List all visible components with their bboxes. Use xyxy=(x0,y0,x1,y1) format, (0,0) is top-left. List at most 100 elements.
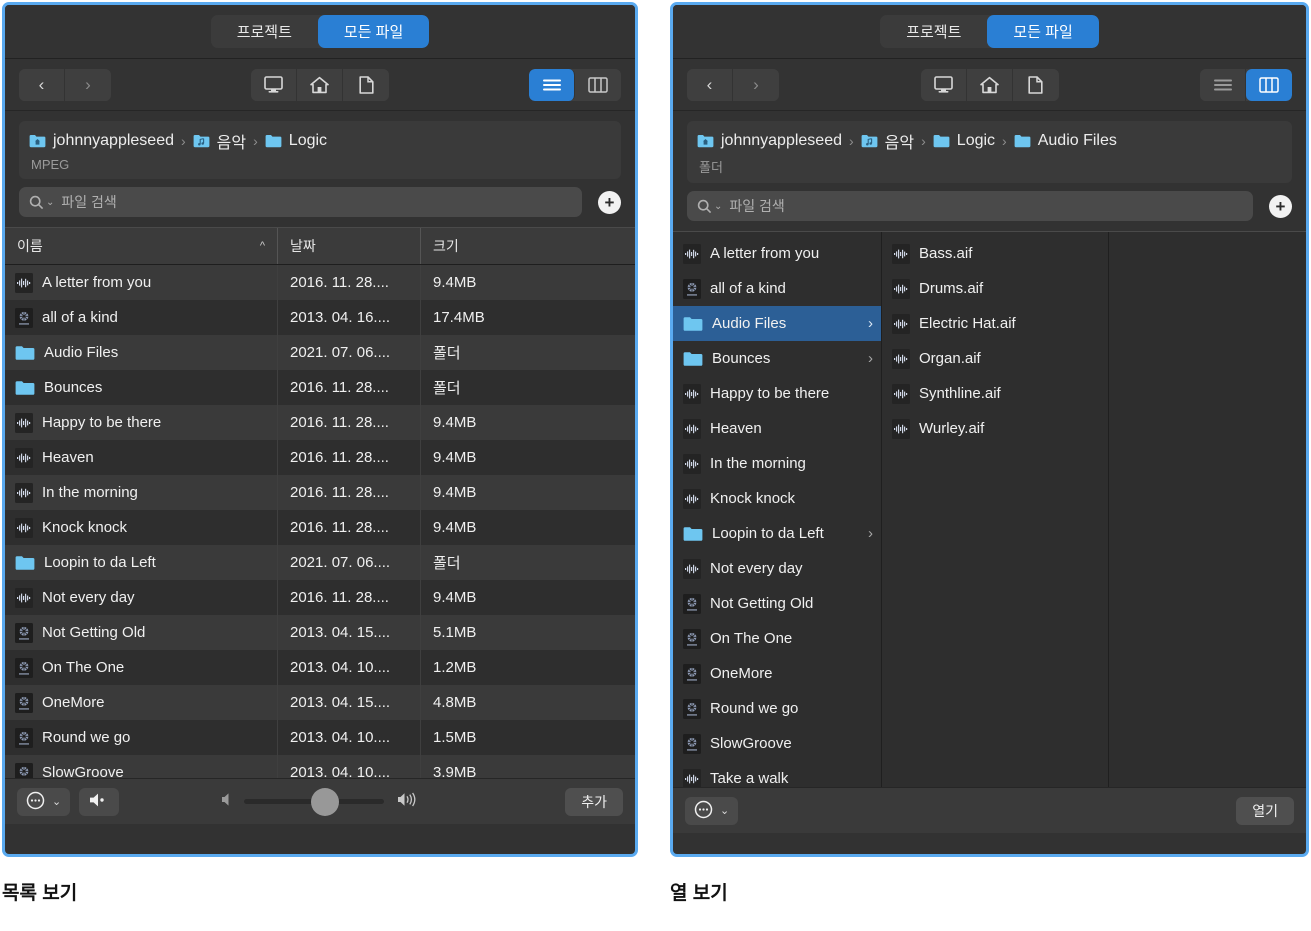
breadcrumb-item-user[interactable]: johnnyappleseed xyxy=(697,132,842,150)
browser-item[interactable]: Electric Hat.aif xyxy=(882,306,1108,341)
breadcrumb-item-audio-files[interactable]: Audio Files xyxy=(1014,132,1117,150)
chevron-down-icon[interactable]: ⌄ xyxy=(714,201,722,212)
table-row[interactable]: In the morning 2016. 11. 28.... 9.4MB xyxy=(5,475,635,510)
browser-item[interactable]: all of a kind xyxy=(673,271,881,306)
browser-item[interactable]: Take a walk xyxy=(673,761,881,787)
column-path-bar[interactable]: johnnyappleseed › 음악 › Logic › Audio Fil… xyxy=(687,121,1292,183)
open-button[interactable]: 열기 xyxy=(1236,796,1294,825)
browser-item[interactable]: OneMore xyxy=(673,656,881,691)
browser-item-selected[interactable]: Audio Files › xyxy=(673,306,881,341)
forward-button[interactable]: › xyxy=(733,68,779,101)
tab-projects[interactable]: 프로젝트 xyxy=(210,15,318,48)
browser-column-1[interactable]: A letter from you all of a kind Audio File… xyxy=(673,232,882,787)
browser-item[interactable]: Not Getting Old xyxy=(673,586,881,621)
browser-item[interactable]: Synthline.aif xyxy=(882,376,1108,411)
table-row[interactable]: Bounces 2016. 11. 28.... 폴더 xyxy=(5,370,635,405)
column-header-name[interactable]: 이름 ^ xyxy=(5,228,278,264)
browser-item[interactable]: Not every day xyxy=(673,551,881,586)
column-view-mode-buttons[interactable] xyxy=(1200,68,1292,101)
column-browser[interactable]: A letter from you all of a kind Audio File… xyxy=(673,231,1306,787)
browser-item[interactable]: Round we go xyxy=(673,691,881,726)
breadcrumb-item-logic[interactable]: Logic xyxy=(933,132,995,150)
volume-slider-track[interactable] xyxy=(244,787,384,816)
browser-item-label: Audio Files xyxy=(712,315,787,332)
back-button[interactable]: ‹ xyxy=(19,68,65,101)
browser-item[interactable]: Bounces › xyxy=(673,341,881,376)
browser-item[interactable]: Organ.aif xyxy=(882,341,1108,376)
add-button[interactable]: + xyxy=(598,190,621,214)
column-nav-buttons[interactable]: ‹ › xyxy=(687,68,779,101)
volume-slider-group[interactable] xyxy=(220,787,420,816)
breadcrumb-item-music[interactable]: 음악 xyxy=(193,129,246,153)
browser-item[interactable]: Knock knock xyxy=(673,481,881,516)
volume-slider-knob[interactable] xyxy=(311,787,340,816)
add-button[interactable]: + xyxy=(1269,194,1292,218)
list-path-bar[interactable]: johnnyappleseed › 음악 › Logic MPEG xyxy=(19,121,621,179)
browser-item[interactable]: Happy to be there xyxy=(673,376,881,411)
table-row[interactable]: all of a kind 2013. 04. 16.... 17.4MB xyxy=(5,300,635,335)
list-view-icon[interactable] xyxy=(529,68,575,101)
browser-column-3[interactable] xyxy=(1109,232,1306,787)
table-row[interactable]: Knock knock 2016. 11. 28.... 9.4MB xyxy=(5,510,635,545)
table-row[interactable]: Happy to be there 2016. 11. 28.... 9.4MB xyxy=(5,405,635,440)
tab-all-files[interactable]: 모든 파일 xyxy=(987,15,1099,48)
list-tab-segmented-control[interactable]: 프로젝트 모든 파일 xyxy=(210,15,430,48)
breadcrumb-item-music[interactable]: 음악 xyxy=(861,129,914,153)
table-row[interactable]: Not every day 2016. 11. 28.... 9.4MB xyxy=(5,580,635,615)
table-row[interactable]: Audio Files 2021. 07. 06.... 폴더 xyxy=(5,335,635,370)
table-row[interactable]: Heaven 2016. 11. 28.... 9.4MB xyxy=(5,440,635,475)
column-tab-segmented-control[interactable]: 프로젝트 모든 파일 xyxy=(880,15,1099,48)
table-row[interactable]: A letter from you 2016. 11. 28.... 9.4MB xyxy=(5,265,635,300)
back-button[interactable]: ‹ xyxy=(687,68,733,101)
column-view-icon[interactable] xyxy=(1246,68,1292,101)
column-header-size[interactable]: 크기 xyxy=(421,228,635,264)
column-view-icon[interactable] xyxy=(575,68,621,101)
column-header-date[interactable]: 날짜 xyxy=(278,228,421,264)
tab-all-files[interactable]: 모든 파일 xyxy=(317,15,430,48)
home-icon[interactable] xyxy=(966,68,1013,101)
list-view-mode-buttons[interactable] xyxy=(529,68,621,101)
table-row[interactable]: On The One 2013. 04. 10.... 1.2MB xyxy=(5,650,635,685)
computer-icon[interactable] xyxy=(251,68,297,101)
search-input[interactable]: ⌄ 파일 검색 xyxy=(19,187,582,217)
browser-item[interactable]: Wurley.aif xyxy=(882,411,1108,446)
breadcrumb-item-logic[interactable]: Logic xyxy=(265,132,327,150)
chevron-down-icon[interactable]: ⌄ xyxy=(46,197,54,208)
document-icon[interactable] xyxy=(343,68,389,101)
table-row[interactable]: Loopin to da Left 2021. 07. 06.... 폴더 xyxy=(5,545,635,580)
list-view-icon[interactable] xyxy=(1200,68,1246,101)
home-icon[interactable] xyxy=(297,68,343,101)
browser-item[interactable]: On The One xyxy=(673,621,881,656)
browser-item[interactable]: Heaven xyxy=(673,411,881,446)
browser-item[interactable]: SlowGroove xyxy=(673,726,881,761)
breadcrumb-item-user[interactable]: johnnyappleseed xyxy=(29,132,174,150)
table-row[interactable]: OneMore 2013. 04. 15.... 4.8MB xyxy=(5,685,635,720)
list-nav-buttons[interactable]: ‹ › xyxy=(19,68,111,101)
browser-column-2[interactable]: Bass.aif Drums.aif Electric Hat.aif Organ.a… xyxy=(882,232,1109,787)
browser-item[interactable]: Drums.aif xyxy=(882,271,1108,306)
tab-projects[interactable]: 프로젝트 xyxy=(880,15,988,48)
browser-item[interactable]: Bass.aif xyxy=(882,236,1108,271)
forward-button[interactable]: › xyxy=(65,68,111,101)
list-search-row: ⌄ 파일 검색 + xyxy=(5,187,635,227)
table-row[interactable]: Round we go 2013. 04. 10.... 1.5MB xyxy=(5,720,635,755)
document-icon[interactable] xyxy=(1012,68,1059,101)
preview-speaker-button[interactable] xyxy=(79,787,120,816)
column-header-label: 날짜 xyxy=(290,238,316,254)
search-input[interactable]: ⌄ 파일 검색 xyxy=(687,191,1253,221)
browser-item[interactable]: Loopin to da Left › xyxy=(673,516,881,551)
file-list-table[interactable]: 이름 ^ 날짜 크기 A letter from you 2016. 11. 28… xyxy=(5,227,635,778)
action-menu-button[interactable]: ⌄ xyxy=(685,796,739,825)
computer-icon[interactable] xyxy=(920,68,967,101)
add-file-button[interactable]: 추가 xyxy=(565,787,623,816)
column-places-buttons[interactable] xyxy=(920,68,1059,101)
table-row[interactable]: Not Getting Old 2013. 04. 15.... 5.1MB xyxy=(5,615,635,650)
ellipsis-circle-icon xyxy=(694,800,713,822)
file-name-label: Round we go xyxy=(42,729,131,746)
browser-item[interactable]: A letter from you xyxy=(673,236,881,271)
browser-item[interactable]: In the morning xyxy=(673,446,881,481)
table-row[interactable]: SlowGroove 2013. 04. 10.... 3.9MB xyxy=(5,755,635,778)
action-menu-button[interactable]: ⌄ xyxy=(17,787,71,816)
browser-item-label: Take a walk xyxy=(710,770,789,787)
list-places-buttons[interactable] xyxy=(251,68,389,101)
